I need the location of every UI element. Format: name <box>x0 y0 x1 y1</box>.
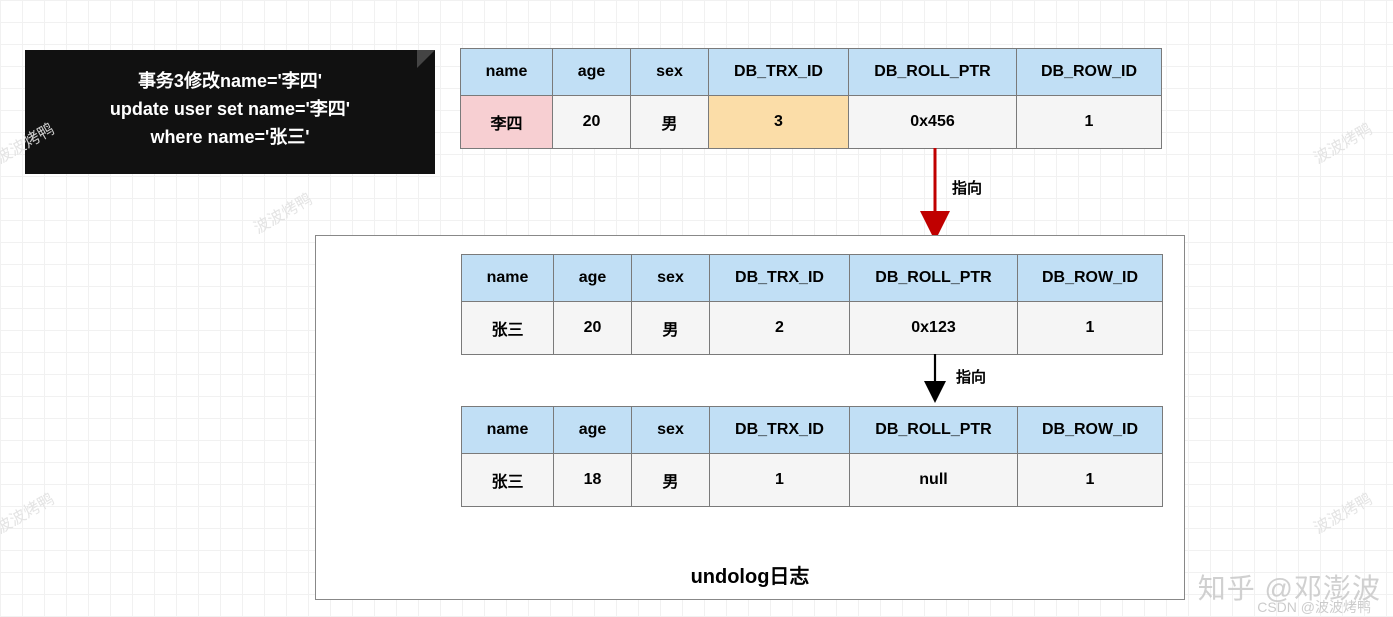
cell-row: 1 <box>1017 96 1162 149</box>
col-trx: DB_TRX_ID <box>710 407 850 454</box>
cell-sex: 男 <box>631 96 709 149</box>
col-sex: sex <box>632 255 710 302</box>
cell-name: 李四 <box>461 96 553 149</box>
table-row: 李四 20 男 3 0x456 1 <box>461 96 1162 149</box>
cell-roll: 0x456 <box>849 96 1017 149</box>
cell-name: 张三 <box>462 454 554 507</box>
undo-record-2-table: name age sex DB_TRX_ID DB_ROLL_PTR DB_RO… <box>461 406 1163 507</box>
watermark-side-5: 波波烤鸭 <box>248 186 315 239</box>
table-row: 张三 18 男 1 null 1 <box>462 454 1163 507</box>
table-header-row: name age sex DB_TRX_ID DB_ROLL_PTR DB_RO… <box>462 407 1163 454</box>
cell-sex: 男 <box>632 302 710 355</box>
cell-age: 20 <box>553 96 631 149</box>
cell-roll: 0x123 <box>850 302 1018 355</box>
watermark-side-4: 波波烤鸭 <box>1308 486 1375 539</box>
cell-age: 20 <box>554 302 632 355</box>
cell-sex: 男 <box>632 454 710 507</box>
col-name: name <box>462 407 554 454</box>
cell-roll: null <box>850 454 1018 507</box>
table-header-row: name age sex DB_TRX_ID DB_ROLL_PTR DB_RO… <box>461 49 1162 96</box>
col-roll: DB_ROLL_PTR <box>849 49 1017 96</box>
callout-line-2: update user set name='李四' <box>37 96 423 124</box>
col-roll: DB_ROLL_PTR <box>850 407 1018 454</box>
undo-record-1-table: name age sex DB_TRX_ID DB_ROLL_PTR DB_RO… <box>461 254 1163 355</box>
cell-trx: 3 <box>709 96 849 149</box>
col-trx: DB_TRX_ID <box>710 255 850 302</box>
cell-age: 18 <box>554 454 632 507</box>
col-name: name <box>462 255 554 302</box>
col-name: name <box>461 49 553 96</box>
cell-trx: 2 <box>710 302 850 355</box>
cell-name: 张三 <box>462 302 554 355</box>
arrow-undo1-to-undo2 <box>930 354 940 402</box>
arrow-top-to-undo1 <box>930 148 940 236</box>
col-sex: sex <box>631 49 709 96</box>
table-row: 张三 20 男 2 0x123 1 <box>462 302 1163 355</box>
undolog-container: name age sex DB_TRX_ID DB_ROLL_PTR DB_RO… <box>315 235 1185 600</box>
callout-box: 事务3修改name='李四' update user set name='李四'… <box>25 50 435 174</box>
watermark-side-3: 波波烤鸭 <box>1308 116 1375 169</box>
current-record-table: name age sex DB_TRX_ID DB_ROLL_PTR DB_RO… <box>460 48 1162 149</box>
callout-line-1: 事务3修改name='李四' <box>37 68 423 96</box>
col-row: DB_ROW_ID <box>1018 407 1163 454</box>
cell-trx: 1 <box>710 454 850 507</box>
col-roll: DB_ROLL_PTR <box>850 255 1018 302</box>
table-header-row: name age sex DB_TRX_ID DB_ROLL_PTR DB_RO… <box>462 255 1163 302</box>
col-age: age <box>554 255 632 302</box>
watermark-csdn: CSDN @波波烤鸭 <box>1257 597 1371 617</box>
cell-row: 1 <box>1018 454 1163 507</box>
col-row: DB_ROW_ID <box>1018 255 1163 302</box>
watermark-side-2: 波波烤鸭 <box>0 486 58 539</box>
col-sex: sex <box>632 407 710 454</box>
arrow-label-1: 指向 <box>952 177 982 198</box>
callout-line-3: where name='张三' <box>37 124 423 152</box>
arrow-label-2: 指向 <box>956 366 986 387</box>
col-trx: DB_TRX_ID <box>709 49 849 96</box>
cell-row: 1 <box>1018 302 1163 355</box>
col-age: age <box>553 49 631 96</box>
col-row: DB_ROW_ID <box>1017 49 1162 96</box>
undolog-title: undolog日志 <box>316 560 1184 589</box>
col-age: age <box>554 407 632 454</box>
